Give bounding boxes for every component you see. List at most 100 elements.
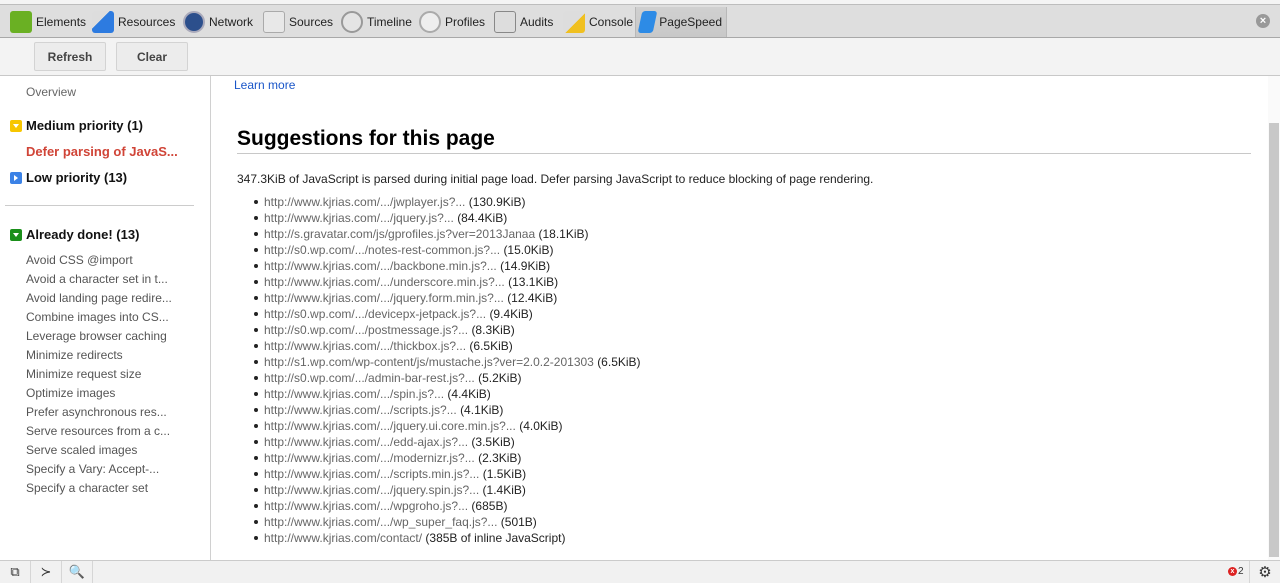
- sidebar-item-done[interactable]: Avoid CSS @import: [26, 253, 133, 267]
- resource-size: (15.0KiB): [503, 243, 554, 257]
- resource-url[interactable]: http://www.kjrias.com/.../edd-ajax.js?..…: [264, 435, 468, 449]
- tab-label: Elements: [36, 15, 87, 29]
- sidebar-item-done[interactable]: Optimize images: [26, 386, 115, 400]
- suggestions-panel: Learn more Suggestions for this page 347…: [212, 76, 1268, 560]
- resource-url[interactable]: http://www.kjrias.com/.../spin.js?...: [264, 387, 444, 401]
- sidebar-item-done[interactable]: Specify a character set: [26, 481, 148, 495]
- resource-url[interactable]: http://www.kjrias.com/.../scripts.min.js…: [264, 467, 479, 481]
- sidebar-item-done[interactable]: Avoid a character set in t...: [26, 272, 168, 286]
- resource-size: (2.3KiB): [478, 451, 522, 465]
- list-item: http://www.kjrias.com/.../jquery.spin.js…: [252, 482, 641, 498]
- tab-pagespeed[interactable]: PageSpeed: [635, 7, 727, 37]
- vertical-scrollbar[interactable]: [1268, 76, 1280, 560]
- list-item: http://s0.wp.com/.../notes-rest-common.j…: [252, 242, 641, 258]
- sidebar-item-done[interactable]: Specify a Vary: Accept-...: [26, 462, 159, 476]
- list-item: http://s1.wp.com/wp-content/js/mustache.…: [252, 354, 641, 370]
- sidebar-item-done[interactable]: Serve resources from a c...: [26, 424, 170, 438]
- list-item: http://www.kjrias.com/.../backbone.min.j…: [252, 258, 641, 274]
- refresh-button[interactable]: Refresh: [34, 42, 106, 71]
- timeline-icon: [341, 11, 363, 33]
- group-label: Medium priority (1): [26, 118, 144, 133]
- clear-button[interactable]: Clear: [116, 42, 188, 71]
- tab-profiles[interactable]: Profiles: [415, 7, 489, 37]
- resource-size: (685B): [471, 499, 508, 513]
- sidebar-item-done[interactable]: Serve scaled images: [26, 443, 137, 457]
- tab-resources[interactable]: Resources: [88, 7, 179, 37]
- resource-url[interactable]: http://s0.wp.com/.../devicepx-jetpack.js…: [264, 307, 486, 321]
- scrollbar-thumb[interactable]: [1269, 123, 1279, 557]
- sidebar-group-already-done[interactable]: Already done! (13): [10, 227, 139, 242]
- search-icon[interactable]: 🔍: [62, 561, 93, 583]
- sources-icon: [263, 11, 285, 33]
- panel-tab-bar: Elements Resources Network Sources Timel…: [0, 0, 1280, 38]
- tab-sources[interactable]: Sources: [259, 7, 337, 37]
- resource-url[interactable]: http://s.gravatar.com/js/gprofiles.js?ve…: [264, 227, 535, 241]
- resource-url[interactable]: http://www.kjrias.com/.../jquery.ui.core…: [264, 419, 516, 433]
- sidebar-item-done[interactable]: Minimize request size: [26, 367, 141, 381]
- learn-more-link[interactable]: Learn more: [234, 78, 295, 92]
- resource-url[interactable]: http://www.kjrias.com/.../backbone.min.j…: [264, 259, 497, 273]
- error-counter[interactable]: x 2: [1228, 566, 1244, 577]
- title-divider: [237, 153, 1251, 154]
- tab-network[interactable]: Network: [179, 7, 257, 37]
- resource-url[interactable]: http://www.kjrias.com/.../jquery.spin.js…: [264, 483, 479, 497]
- dock-toggle-icon[interactable]: ⧉: [0, 561, 31, 583]
- profiles-icon: [419, 11, 441, 33]
- resource-size: (13.1KiB): [508, 275, 559, 289]
- sidebar-item-done[interactable]: Prefer asynchronous res...: [26, 405, 167, 419]
- sidebar-item-done[interactable]: Avoid landing page redire...: [26, 291, 172, 305]
- resource-size: (4.4KiB): [447, 387, 491, 401]
- resource-url[interactable]: http://www.kjrias.com/.../modernizr.js?.…: [264, 451, 475, 465]
- list-item: http://www.kjrias.com/.../scripts.min.js…: [252, 466, 641, 482]
- sidebar-item-defer-parsing[interactable]: Defer parsing of JavaS...: [26, 144, 178, 159]
- tab-audits[interactable]: Audits: [490, 7, 557, 37]
- tab-label: Sources: [289, 15, 334, 29]
- resource-url[interactable]: http://s0.wp.com/.../notes-rest-common.j…: [264, 243, 500, 257]
- tab-console[interactable]: Console: [559, 7, 637, 37]
- resource-url[interactable]: http://www.kjrias.com/.../underscore.min…: [264, 275, 505, 289]
- sidebar-group-low-priority[interactable]: Low priority (13): [10, 170, 127, 185]
- tab-label: Timeline: [367, 15, 412, 29]
- resource-size: (9.4KiB): [489, 307, 533, 321]
- resource-url[interactable]: http://www.kjrias.com/contact/: [264, 531, 422, 545]
- error-count: 2: [1238, 566, 1244, 577]
- resource-size: (84.4KiB): [457, 211, 508, 225]
- resource-size: (5.2KiB): [478, 371, 522, 385]
- list-item: http://s0.wp.com/.../admin-bar-rest.js?.…: [252, 370, 641, 386]
- list-item: http://www.kjrias.com/.../jwplayer.js?..…: [252, 194, 641, 210]
- resource-size: (14.9KiB): [500, 259, 551, 273]
- list-item: http://www.kjrias.com/.../underscore.min…: [252, 274, 641, 290]
- tab-label: Console: [589, 15, 634, 29]
- resource-url[interactable]: http://www.kjrias.com/.../scripts.js?...: [264, 403, 457, 417]
- resource-url[interactable]: http://www.kjrias.com/.../jwplayer.js?..…: [264, 195, 465, 209]
- resource-size: (130.9KiB): [468, 195, 526, 209]
- tab-label: PageSpeed: [659, 15, 722, 29]
- sidebar-item-done[interactable]: Leverage browser caching: [26, 329, 167, 343]
- resource-url[interactable]: http://www.kjrias.com/.../thickbox.js?..…: [264, 339, 466, 353]
- resource-url[interactable]: http://www.kjrias.com/.../wpgroho.js?...: [264, 499, 468, 513]
- console-drawer-icon[interactable]: ≻: [31, 561, 62, 583]
- audits-icon: [494, 11, 516, 33]
- resource-size: (4.1KiB): [460, 403, 504, 417]
- sidebar-item-done[interactable]: Minimize redirects: [26, 348, 123, 362]
- resource-size: (3.5KiB): [471, 435, 515, 449]
- resource-url[interactable]: http://www.kjrias.com/.../jquery.js?...: [264, 211, 454, 225]
- resource-url[interactable]: http://s1.wp.com/wp-content/js/mustache.…: [264, 355, 594, 369]
- tab-timeline[interactable]: Timeline: [337, 7, 416, 37]
- resource-url[interactable]: http://www.kjrias.com/.../wp_super_faq.j…: [264, 515, 497, 529]
- network-icon: [183, 11, 205, 33]
- summary-text: 347.3KiB of JavaScript is parsed during …: [237, 172, 874, 186]
- sidebar-item-done[interactable]: Combine images into CS...: [26, 310, 169, 324]
- sidebar-group-medium-priority[interactable]: Medium priority (1): [10, 118, 143, 133]
- sidebar-item-overview[interactable]: Overview: [26, 85, 76, 99]
- list-item: http://www.kjrias.com/.../edd-ajax.js?..…: [252, 434, 641, 450]
- list-item: http://s0.wp.com/.../postmessage.js?... …: [252, 322, 641, 338]
- resource-size: (8.3KiB): [471, 323, 515, 337]
- close-devtools-icon[interactable]: ×: [1256, 14, 1270, 28]
- resource-url[interactable]: http://s0.wp.com/.../postmessage.js?...: [264, 323, 468, 337]
- list-item: http://www.kjrias.com/.../jquery.ui.core…: [252, 418, 641, 434]
- resource-url[interactable]: http://www.kjrias.com/.../jquery.form.mi…: [264, 291, 504, 305]
- tab-elements[interactable]: Elements: [6, 7, 90, 37]
- gear-icon[interactable]: ⚙: [1249, 561, 1280, 583]
- resource-url[interactable]: http://s0.wp.com/.../admin-bar-rest.js?.…: [264, 371, 475, 385]
